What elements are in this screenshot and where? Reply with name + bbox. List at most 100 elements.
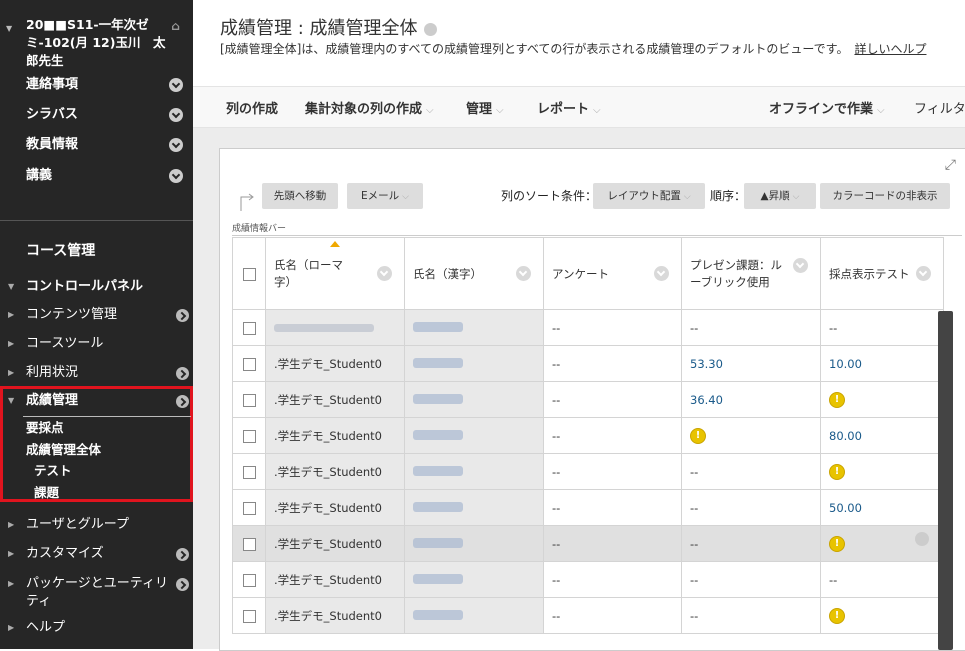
- manage-menu[interactable]: 管理 ⌵: [466, 98, 504, 117]
- vertical-scrollbar[interactable]: [938, 311, 953, 650]
- sidebar-subitem-assignments[interactable]: 課題: [34, 482, 59, 501]
- table-row[interactable]: .学生デモ_Student0 -- 36.40!: [232, 381, 944, 418]
- sidebar-item-content-collection[interactable]: ▶ コンテンツ管理: [0, 304, 193, 326]
- grade-cell-survey[interactable]: --: [543, 381, 682, 418]
- grade-cell-test[interactable]: !: [820, 525, 944, 562]
- grade-cell-test[interactable]: --: [820, 561, 944, 598]
- column-header-name-kanji[interactable]: 氏名（漢字）: [404, 237, 544, 310]
- grade-cell-test[interactable]: 10.00: [820, 345, 944, 382]
- table-row[interactable]: .学生デモ_Student0 -- -- --: [232, 561, 944, 598]
- grade-cell-survey[interactable]: --: [543, 309, 682, 346]
- move-to-top-button[interactable]: 先頭へ移動: [262, 183, 338, 209]
- course-title-text[interactable]: 20■■S11-一年次ゼミ-102(月 12)玉川 太郎先生: [26, 16, 176, 70]
- sidebar-item-course-tools[interactable]: ▶ コースツール: [0, 333, 193, 355]
- column-header-survey[interactable]: アンケート: [543, 237, 682, 310]
- column-menu-icon[interactable]: [654, 265, 669, 281]
- grade-cell-presen[interactable]: --: [681, 597, 821, 634]
- expand-fullscreen-icon[interactable]: ⤢: [945, 157, 956, 173]
- sidebar-item-users-groups[interactable]: ▶ ユーザとグループ: [0, 514, 193, 536]
- grade-cell-test[interactable]: !: [820, 597, 944, 634]
- row-checkbox[interactable]: [242, 465, 256, 479]
- grade-cell-presen[interactable]: --: [681, 525, 821, 562]
- table-row[interactable]: .学生デモ_Student0 -- --!: [232, 597, 944, 634]
- arrow-right-icon[interactable]: [176, 578, 189, 591]
- row-checkbox[interactable]: [242, 393, 256, 407]
- arrow-right-icon[interactable]: [176, 309, 189, 322]
- work-offline-menu[interactable]: オフラインで作業 ⌵: [769, 98, 885, 117]
- row-checkbox[interactable]: [242, 357, 256, 371]
- needs-grading-icon[interactable]: !: [829, 608, 845, 624]
- row-checkbox[interactable]: [242, 501, 256, 515]
- grade-cell-survey[interactable]: --: [543, 453, 682, 490]
- table-row[interactable]: .学生デモ_Student0 -- --!: [232, 525, 944, 562]
- chevron-down-icon[interactable]: [169, 138, 183, 152]
- row-checkbox[interactable]: [242, 429, 256, 443]
- grade-cell-presen[interactable]: !: [681, 417, 821, 454]
- column-menu-icon[interactable]: [793, 258, 808, 273]
- grade-cell-survey[interactable]: --: [543, 489, 682, 526]
- sidebar-subitem-needs-grading[interactable]: 要採点: [26, 417, 64, 436]
- table-row[interactable]: .学生デモ_Student0 -- --!: [232, 453, 944, 490]
- sidebar-item-instructor-info[interactable]: 教員情報: [26, 134, 189, 156]
- sidebar-item-evaluation[interactable]: ▶ 利用状況: [0, 362, 193, 384]
- sidebar-item-announcements[interactable]: 連絡事項: [26, 74, 189, 96]
- collapse-triangle-icon[interactable]: ▼: [6, 20, 12, 38]
- grade-cell-survey[interactable]: --: [543, 597, 682, 634]
- grade-cell-test[interactable]: 50.00: [820, 489, 944, 526]
- create-calculated-column-menu[interactable]: 集計対象の列の作成 ⌵: [305, 98, 434, 117]
- row-checkbox[interactable]: [242, 537, 256, 551]
- needs-grading-icon[interactable]: !: [829, 536, 845, 552]
- row-checkbox[interactable]: [242, 321, 256, 335]
- needs-grading-icon[interactable]: !: [690, 428, 706, 444]
- grade-cell-presen[interactable]: --: [681, 561, 821, 598]
- order-select[interactable]: ▲昇順 ⌵: [744, 183, 816, 209]
- grade-cell-test[interactable]: 80.00: [820, 417, 944, 454]
- sidebar-item-lectures[interactable]: 講義: [26, 165, 189, 187]
- grade-cell-test[interactable]: !: [820, 453, 944, 490]
- sidebar-item-help[interactable]: ▶ ヘルプ: [0, 617, 193, 639]
- select-all-checkbox[interactable]: [242, 267, 256, 281]
- chevron-down-icon[interactable]: [169, 78, 183, 92]
- column-header-presentation[interactable]: プレゼン課題：ルーブリック使用: [681, 237, 821, 310]
- grade-cell-survey[interactable]: --: [543, 525, 682, 562]
- chevron-down-icon[interactable]: [169, 169, 183, 183]
- needs-grading-icon[interactable]: !: [829, 392, 845, 408]
- arrow-right-icon[interactable]: [176, 548, 189, 561]
- sidebar-item-control-panel[interactable]: ▼ コントロールパネル: [0, 276, 193, 298]
- hide-color-codes-button[interactable]: カラーコードの非表示: [820, 183, 950, 209]
- more-help-link[interactable]: 詳しいヘルプ: [854, 42, 926, 56]
- grade-cell-presen[interactable]: 53.30: [681, 345, 821, 382]
- sidebar-subitem-full-grade-center[interactable]: 成績管理全体: [26, 439, 101, 458]
- grade-cell-presen[interactable]: --: [681, 309, 821, 346]
- row-checkbox[interactable]: [242, 609, 256, 623]
- row-checkbox[interactable]: [242, 573, 256, 587]
- grade-cell-survey[interactable]: --: [543, 417, 682, 454]
- needs-grading-icon[interactable]: !: [829, 464, 845, 480]
- grade-cell-presen[interactable]: --: [681, 489, 821, 526]
- grade-cell-test[interactable]: --: [820, 309, 944, 346]
- arrow-right-icon[interactable]: [176, 367, 189, 380]
- sidebar-item-grade-center[interactable]: ▼ 成績管理: [0, 390, 193, 412]
- grade-cell-presen[interactable]: 36.40: [681, 381, 821, 418]
- column-menu-icon[interactable]: [377, 265, 392, 281]
- grade-cell-survey[interactable]: --: [543, 345, 682, 382]
- column-menu-icon[interactable]: [516, 265, 531, 281]
- create-column-button[interactable]: 列の作成: [226, 98, 278, 117]
- home-icon[interactable]: ⌂: [171, 17, 180, 35]
- table-row[interactable]: .学生デモ_Student0 -- 53.30 10.00: [232, 345, 944, 382]
- column-header-test[interactable]: 採点表示テスト: [820, 237, 944, 310]
- column-header-name-roman[interactable]: 氏名（ローマ字）: [265, 237, 405, 310]
- sidebar-subitem-tests[interactable]: テスト: [34, 460, 72, 479]
- table-row[interactable]: .学生デモ_Student0 --! 80.00: [232, 417, 944, 454]
- grade-cell-presen[interactable]: --: [681, 453, 821, 490]
- arrow-right-icon[interactable]: [176, 395, 189, 408]
- sidebar-item-syllabus[interactable]: シラバス: [26, 104, 189, 126]
- sort-columns-select[interactable]: レイアウト配置 ⌵: [593, 183, 705, 209]
- chevron-down-icon[interactable]: [423, 22, 437, 36]
- table-row[interactable]: .学生デモ_Student0 -- -- 50.00: [232, 489, 944, 526]
- email-menu-button[interactable]: Eメール ⌵: [347, 183, 423, 209]
- filter-button[interactable]: フィルタ: [914, 98, 965, 117]
- reports-menu[interactable]: レポート ⌵: [537, 98, 601, 117]
- table-row[interactable]: -- -- --: [232, 309, 944, 346]
- sidebar-item-packages-utilities[interactable]: ▶ パッケージとユーティリティ: [0, 573, 193, 613]
